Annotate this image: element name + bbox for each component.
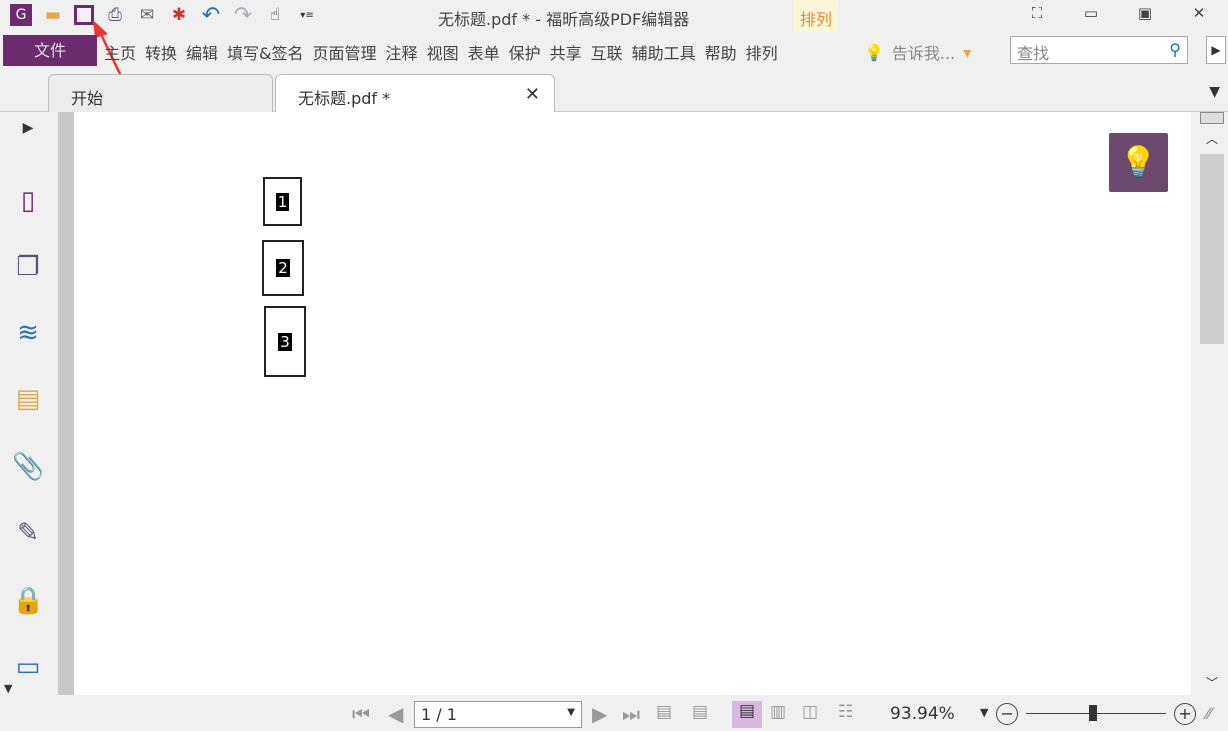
folder-search-icon[interactable]: ▾ [963,43,971,62]
search-input[interactable]: 查找 ⚲ [1010,36,1188,64]
tab-bar: 开始 无标题.pdf * ✕ ▼ [0,72,1228,112]
menu-accessibility[interactable]: 辅助工具 [632,40,696,64]
close-tab-icon[interactable]: ✕ [525,84,540,105]
tips-lightbulb-button[interactable]: 💡 [1109,133,1168,192]
search-icon[interactable]: ⚲ [1169,40,1181,59]
document-canvas: 1 2 3 [74,112,1191,695]
menu-page-manage[interactable]: 页面管理 [313,40,377,64]
next-view-icon[interactable]: ▤ [692,702,708,722]
redo-icon[interactable]: ↷ [232,3,254,28]
security-lock-icon[interactable]: 🔒 [12,586,44,618]
close-icon[interactable]: ✕ [1172,4,1226,26]
zoom-out-icon[interactable]: − [996,703,1018,725]
panel-splitter[interactable] [58,112,74,695]
bookmark-icon[interactable]: ▯ [12,186,44,218]
scroll-up-icon[interactable]: ︿ [1206,130,1218,147]
menu-connect[interactable]: 互联 [591,40,623,64]
zoom-slider-thumb[interactable] [1089,705,1097,721]
page-box-2: 2 [262,240,304,296]
expand-panel-icon[interactable]: ▶ [12,120,44,152]
quick-access-toolbar: G ▬ ⎙ ✉ ✱ ↶ ↷ ☝ ▾≡ [10,3,318,28]
menu-comment[interactable]: 注释 [386,40,418,64]
box-number: 1 [275,192,290,211]
tab-start[interactable]: 开始 [48,74,273,112]
new-document-icon[interactable]: ✱ [168,4,190,26]
single-page-view-icon[interactable]: ▤ [732,701,762,728]
facing-view-icon[interactable]: ◫ [802,702,818,722]
tell-me-label: 告诉我... [891,44,956,63]
comments-icon[interactable]: ▤ [12,384,44,416]
search-placeholder: 查找 [1017,44,1050,63]
file-menu-button[interactable]: 文件 [3,35,97,66]
tab-label: 开始 [71,89,104,108]
minimize-icon[interactable]: ▭ [1064,4,1118,26]
left-sidebar: ▶ ▯ ❐ ≋ ▤ 📎 ✎ 🔒 ▭ ▼ [0,112,58,695]
menu-fill-sign[interactable]: 填写&签名 [227,40,303,64]
open-folder-icon[interactable]: ▬ [42,4,64,26]
scroll-thumb[interactable] [1200,154,1224,344]
sidebar-more-icon[interactable]: ▼ [4,682,12,695]
tabs-dropdown-icon[interactable]: ▼ [1209,84,1220,100]
last-page-icon[interactable]: ⏭ [622,702,640,726]
page-number-input[interactable]: 1 / 1 ▼ [414,701,582,728]
menu-form[interactable]: 表单 [468,40,500,64]
tab-document[interactable]: 无标题.pdf * ✕ [275,74,555,112]
scroll-down-icon[interactable]: ﹀ [1206,674,1218,691]
tab-label: 无标题.pdf * [298,89,391,108]
next-page-icon[interactable]: ▶ [592,702,607,726]
menu-share[interactable]: 共享 [550,40,582,64]
first-page-icon[interactable]: ⏮ [352,702,370,726]
split-handle[interactable] [1200,112,1224,124]
tell-me[interactable]: 💡 告诉我... ▾ [864,40,971,64]
previous-view-icon[interactable]: ▤ [656,702,672,722]
layers-icon[interactable]: ≋ [12,318,44,350]
menu-edit[interactable]: 编辑 [186,40,218,64]
ribbon-scroll-right-icon[interactable]: ▶ [1206,36,1226,64]
resize-grip-icon[interactable]: ⁄⁄ [1206,704,1211,723]
lightbulb-icon: 💡 [864,42,884,62]
hand-tool-icon[interactable]: ☝ [264,4,286,26]
page-number-value: 1 / 1 [421,705,457,724]
vertical-scrollbar[interactable]: ︿ ﹀ [1198,112,1228,695]
zoom-in-icon[interactable]: + [1174,703,1196,725]
customize-dropdown-icon[interactable]: ▾≡ [296,4,318,26]
context-tab-arrange-label: 排列 [794,0,838,32]
previous-page-icon[interactable]: ◀ [388,702,403,726]
window-controls: ⛶ ▭ ▣ ✕ [1010,4,1226,26]
page-box-3: 3 [264,306,306,377]
ribbon-menu: 主页 转换 编辑 填写&签名 页面管理 注释 视图 表单 保护 共享 互联 辅助… [104,40,778,64]
continuous-view-icon[interactable]: ▥ [770,702,786,722]
menu-arrange[interactable]: 排列 [746,40,778,64]
page-dropdown-icon[interactable]: ▼ [567,707,575,718]
box-number: 2 [276,259,290,277]
box-number: 3 [278,332,292,351]
menu-view[interactable]: 视图 [427,40,459,64]
menu-help[interactable]: 帮助 [705,40,737,64]
zoom-level[interactable]: 93.94% [890,704,955,724]
undo-icon[interactable]: ↶ [200,3,222,28]
pages-icon[interactable]: ❐ [12,252,44,284]
maximize-icon[interactable]: ▣ [1118,4,1172,26]
signature-icon[interactable]: ✎ [12,518,44,550]
zoom-dropdown-icon[interactable]: ▼ [980,706,988,719]
form-fields-icon[interactable]: ▭ [12,652,44,684]
page-box-1: 1 [263,177,302,226]
menu-home[interactable]: 主页 [104,40,136,64]
window-title: 无标题.pdf * - 福昕高级PDF编辑器 [438,10,690,29]
menu-convert[interactable]: 转换 [145,40,177,64]
attachment-icon[interactable]: 📎 [12,452,44,484]
fullscreen-icon[interactable]: ⛶ [1010,4,1064,26]
app-logo-icon: G [10,4,32,26]
menu-protect[interactable]: 保护 [509,40,541,64]
continuous-facing-view-icon[interactable]: ☷ [838,702,853,722]
